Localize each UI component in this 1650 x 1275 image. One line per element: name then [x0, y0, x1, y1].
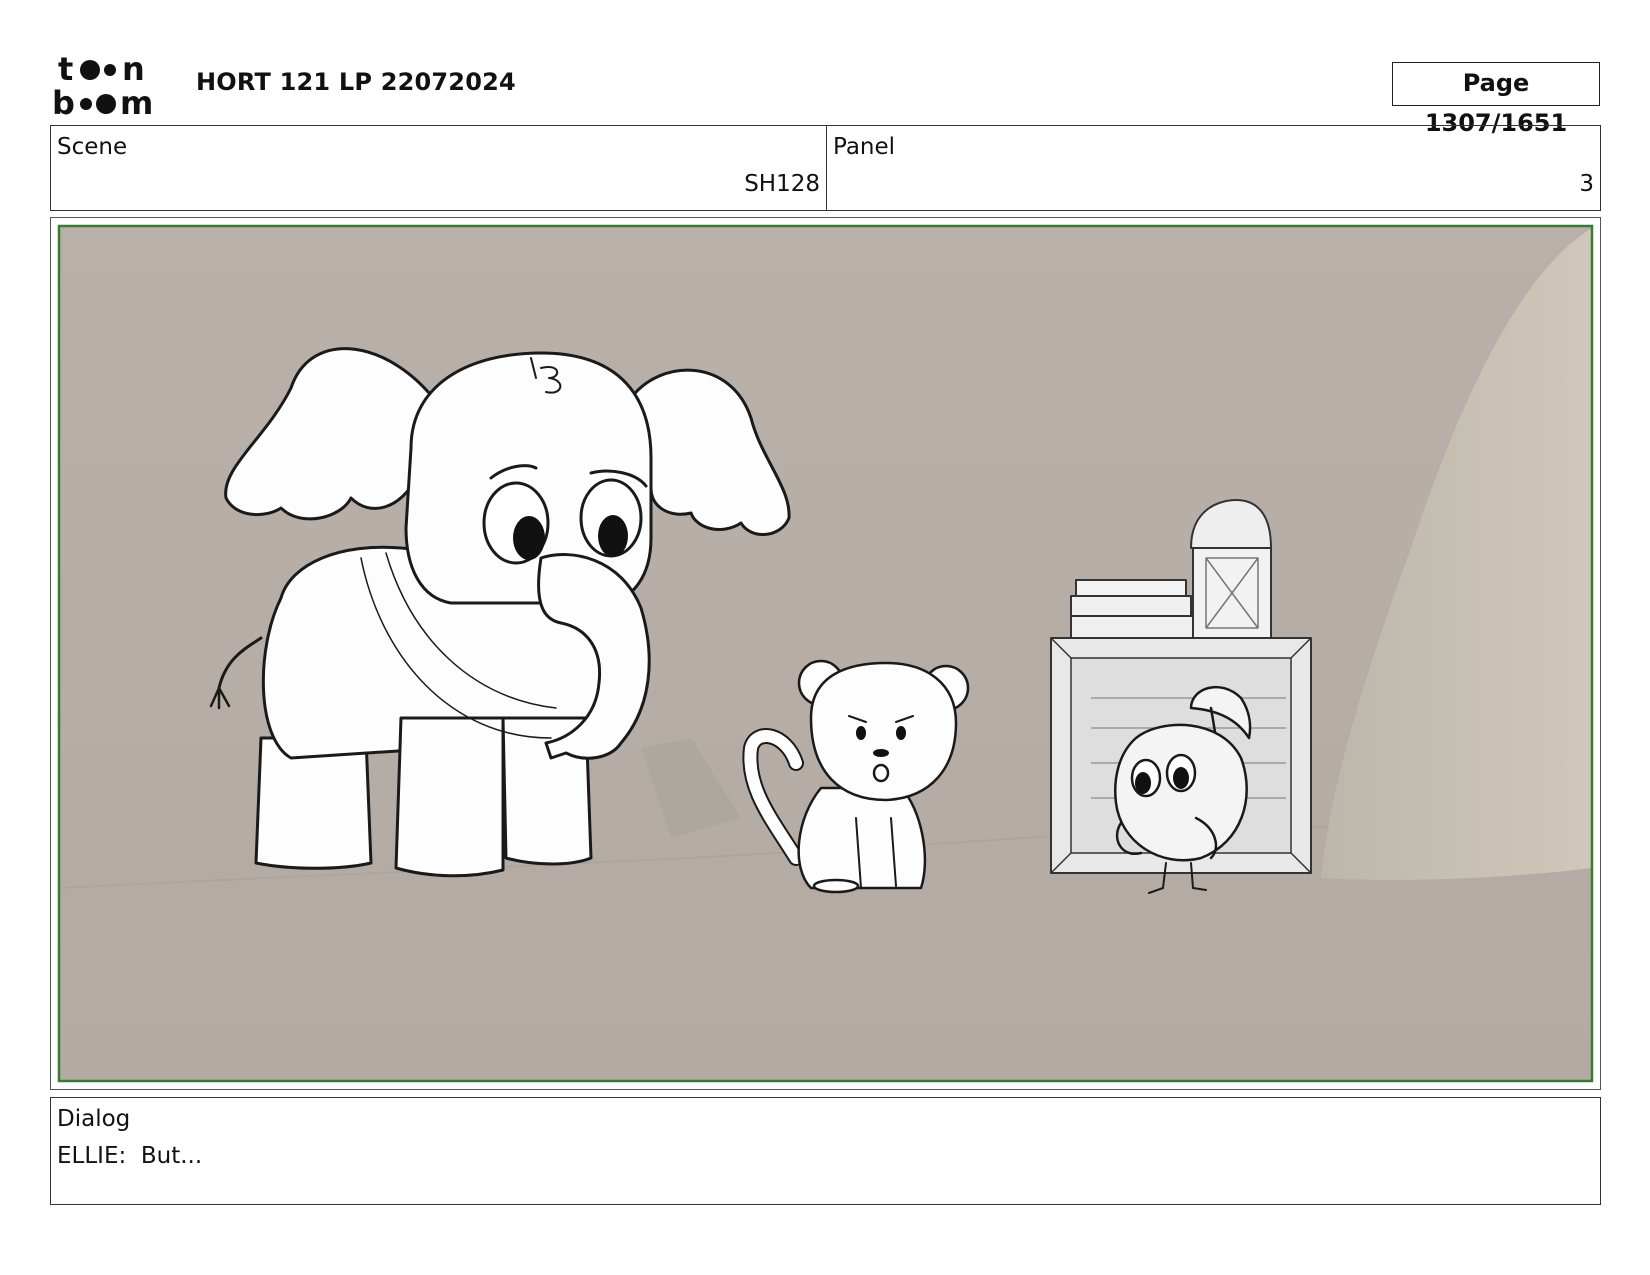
cub-eye-right — [896, 726, 906, 740]
book-bottom — [1070, 615, 1202, 639]
panel-cell: Panel 3 — [827, 126, 1600, 210]
scene-value: SH128 — [744, 171, 820, 197]
dialog-box: Dialog ELLIE: But... — [50, 1097, 1601, 1205]
page-number: Page 1307/1651 — [1392, 62, 1600, 137]
scene-panel-info: Scene SH128 Panel 3 — [50, 125, 1601, 211]
dialog-label: Dialog — [57, 1106, 131, 1132]
dialog-text: ELLIE: But... — [57, 1143, 203, 1169]
document-title: HORT 121 LP 22072024 — [196, 68, 516, 96]
storyboard-drawing — [57, 224, 1594, 1083]
toonboom-logo: t n b m — [52, 50, 170, 122]
cub-nose — [873, 749, 889, 757]
cub-mouth — [872, 763, 890, 783]
sprout-body — [1114, 723, 1248, 862]
svg-text:m: m — [120, 84, 153, 118]
panel-label: Panel — [833, 134, 896, 160]
elephant-pupil-left — [513, 516, 545, 560]
cub-body — [797, 786, 927, 890]
book-top — [1075, 579, 1187, 597]
svg-text:t: t — [58, 52, 73, 88]
elephant-pupil-right — [598, 515, 628, 557]
book-middle — [1070, 595, 1192, 617]
elephant-head — [404, 351, 653, 605]
svg-text:b: b — [52, 84, 75, 118]
cub-eye-left — [856, 726, 866, 740]
scene-label: Scene — [57, 134, 128, 160]
elephant-front-leg-left — [394, 716, 505, 878]
scene-cell: Scene SH128 — [51, 126, 827, 210]
panel-value: 3 — [1579, 171, 1594, 197]
svg-text:n: n — [122, 52, 145, 88]
cub-paw — [812, 878, 860, 894]
storyboard-frame — [50, 217, 1601, 1090]
